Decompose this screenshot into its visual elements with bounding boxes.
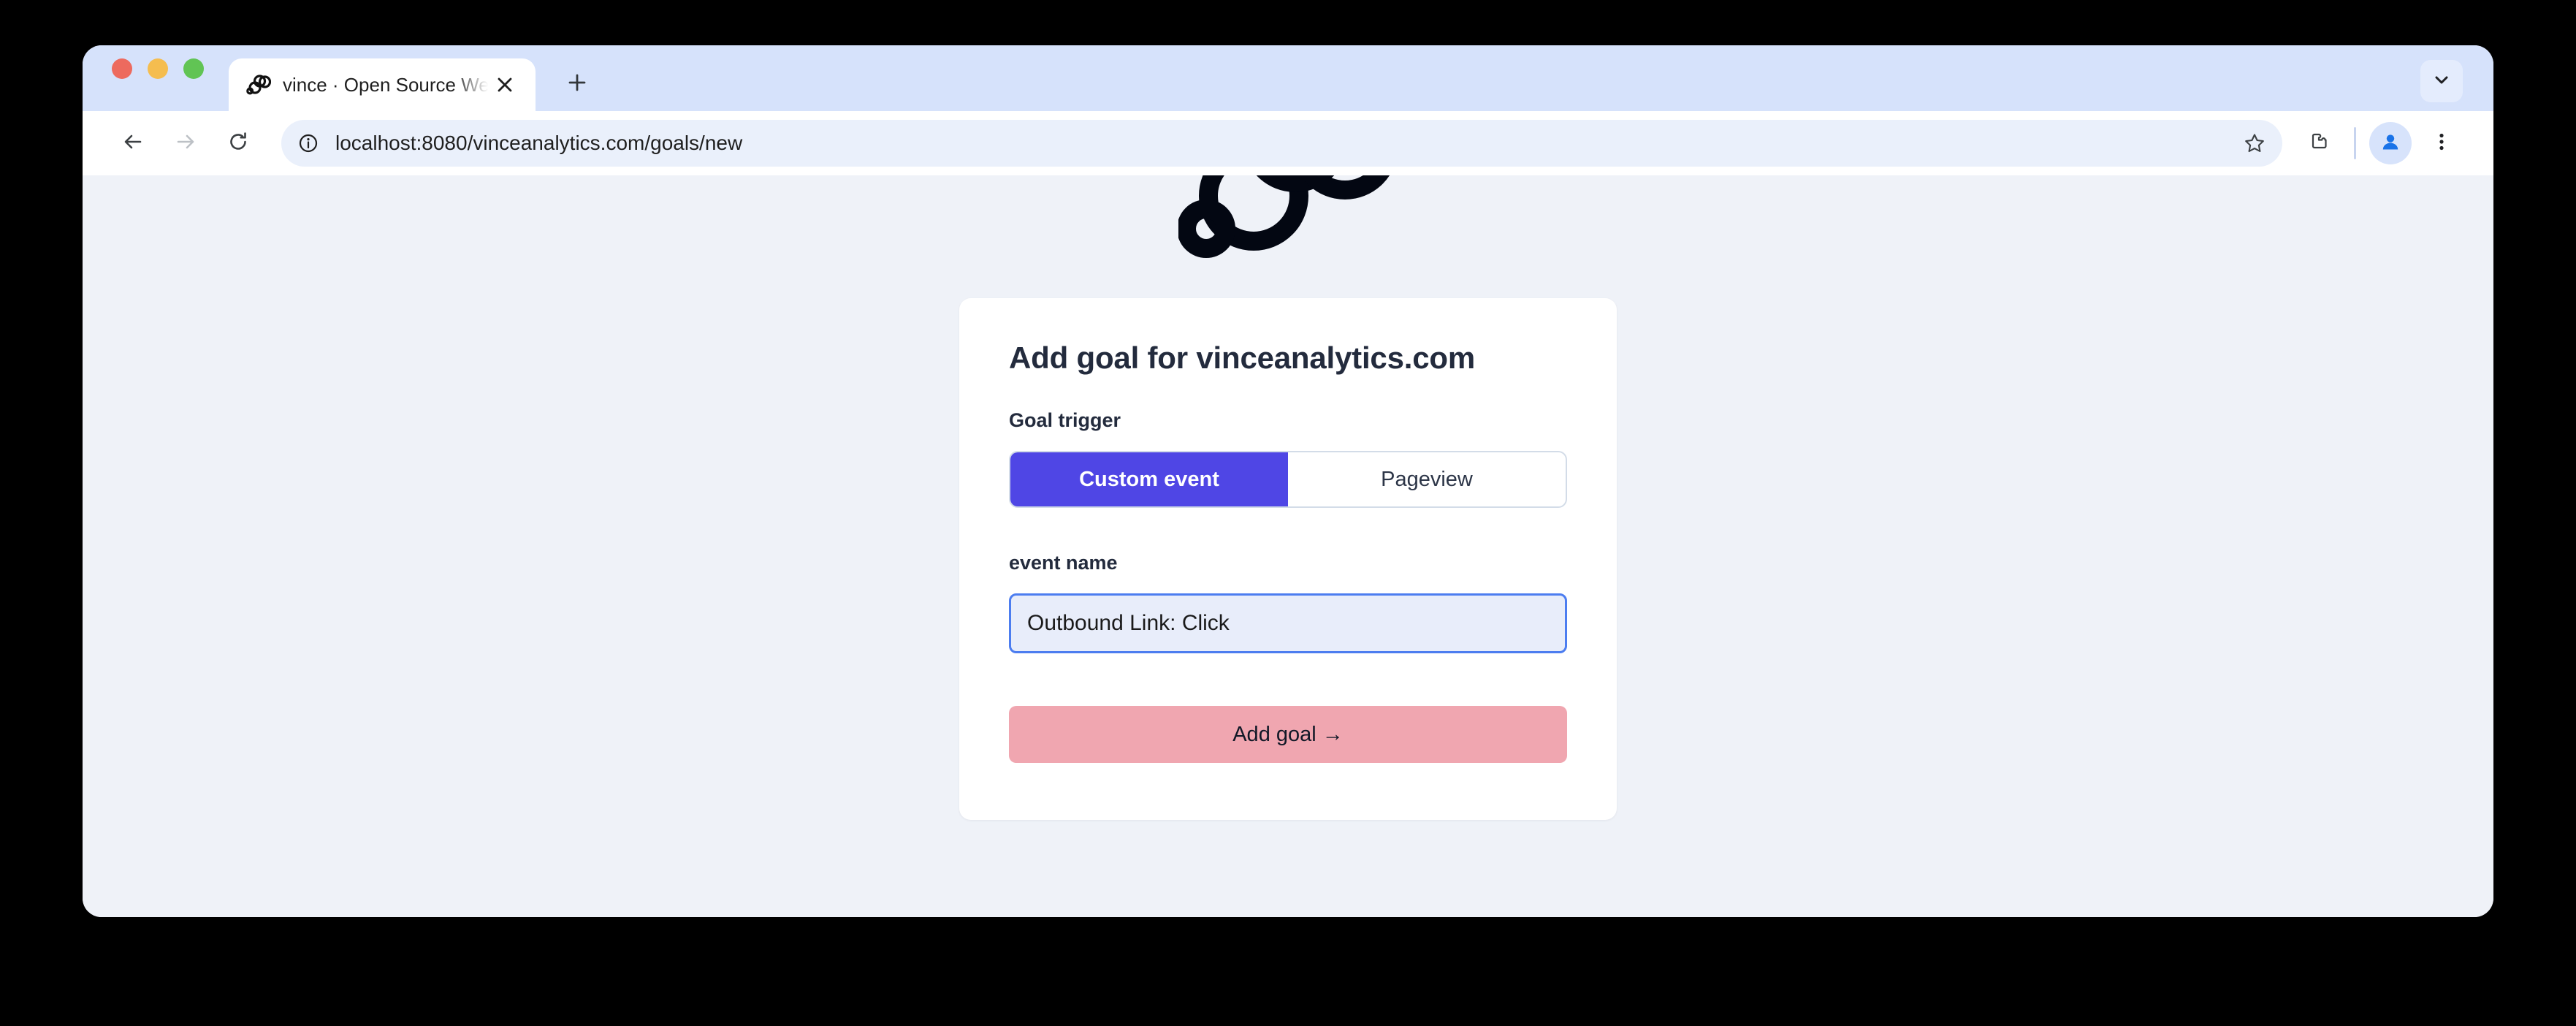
- close-icon[interactable]: [490, 70, 519, 99]
- vince-rings-logo: [1171, 175, 1405, 262]
- back-button[interactable]: [109, 119, 157, 167]
- goal-trigger-label: Goal trigger: [1009, 409, 1121, 431]
- toggle-custom-event[interactable]: Custom event: [1010, 452, 1288, 506]
- browser-window: vince · Open Source Web Ana: [83, 45, 2493, 917]
- page-title: Add goal for vinceanalytics.com: [1009, 341, 1475, 375]
- add-goal-button[interactable]: Add goal →: [1009, 706, 1567, 763]
- info-circle-icon[interactable]: [291, 126, 325, 160]
- new-tab-button[interactable]: [555, 61, 600, 107]
- forward-button[interactable]: [161, 119, 210, 167]
- minimize-window-button[interactable]: [148, 58, 168, 79]
- reload-button[interactable]: [214, 119, 262, 167]
- maximize-window-button[interactable]: [183, 58, 204, 79]
- puzzle-icon: [2306, 129, 2331, 158]
- more-vertical-icon: [2431, 131, 2453, 156]
- toggle-pageview[interactable]: Pageview: [1288, 452, 1566, 506]
- arrow-right-icon: [173, 129, 198, 158]
- reload-icon: [226, 129, 251, 158]
- toolbar-divider: [2354, 127, 2356, 159]
- browser-toolbar: localhost:8080/vinceanalytics.com/goals/…: [83, 111, 2493, 175]
- address-bar[interactable]: localhost:8080/vinceanalytics.com/goals/…: [281, 120, 2282, 167]
- avatar-icon: [2378, 129, 2403, 158]
- browser-tab[interactable]: vince · Open Source Web Ana: [229, 58, 536, 111]
- vince-rings-icon: [246, 72, 271, 97]
- profile-button[interactable]: [2369, 122, 2412, 164]
- goal-trigger-toggle-group: Custom event Pageview: [1009, 451, 1567, 508]
- close-window-button[interactable]: [112, 58, 132, 79]
- tab-title: vince · Open Source Web Ana: [283, 74, 490, 96]
- browser-menu-button[interactable]: [2419, 121, 2464, 166]
- chevron-down-icon: [2432, 70, 2451, 93]
- url-text[interactable]: localhost:8080/vinceanalytics.com/goals/…: [335, 132, 2234, 155]
- page-content: Add goal for vinceanalytics.com Goal tri…: [83, 175, 2493, 820]
- tab-strip: vince · Open Source Web Ana: [83, 45, 2493, 111]
- extensions-button[interactable]: [2295, 121, 2341, 166]
- tab-search-button[interactable]: [2420, 60, 2463, 102]
- star-icon[interactable]: [2234, 123, 2275, 164]
- add-goal-card: Add goal for vinceanalytics.com Goal tri…: [959, 298, 1617, 820]
- event-name-input[interactable]: [1009, 593, 1567, 653]
- window-controls: [112, 45, 204, 111]
- plus-icon: [566, 72, 588, 97]
- event-name-label: event name: [1009, 552, 1118, 574]
- page-viewport: Add goal for vinceanalytics.com Goal tri…: [83, 175, 2493, 917]
- arrow-left-icon: [121, 129, 145, 158]
